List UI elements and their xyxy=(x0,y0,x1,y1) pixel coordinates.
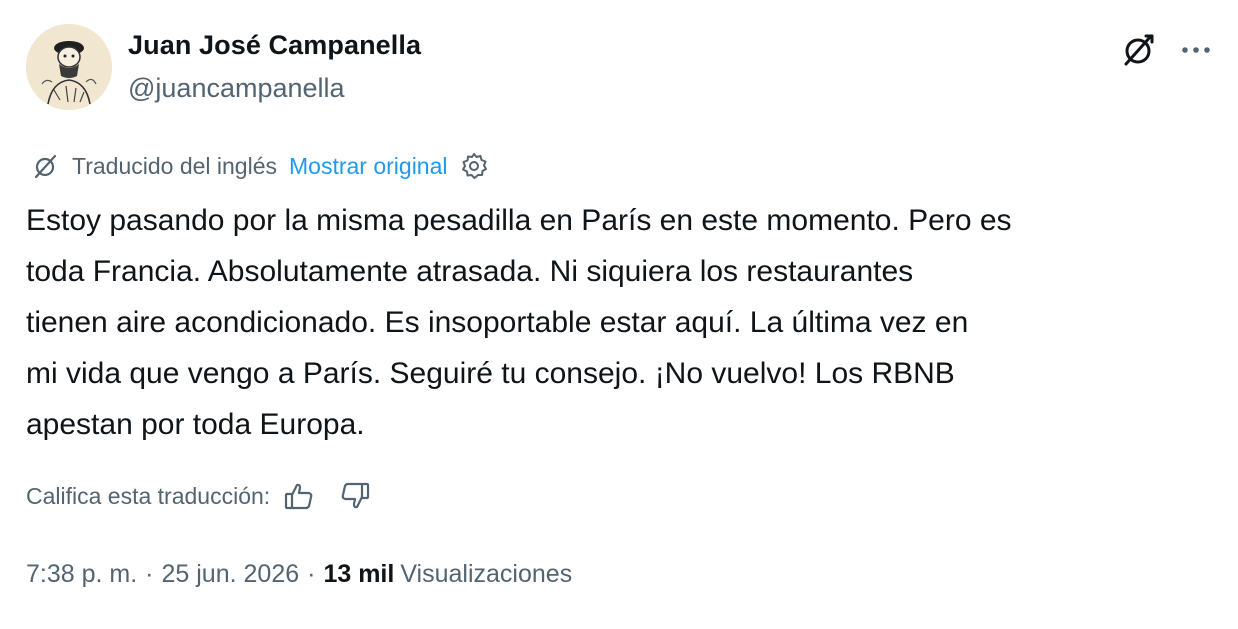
translate-icon[interactable] xyxy=(1118,30,1158,70)
tweet-text: Estoy pasando por la misma pesadilla en … xyxy=(26,204,1012,441)
author-name[interactable]: Juan José Campanella xyxy=(128,30,421,61)
tweet-card: Juan José Campanella @juancampanella Tra… xyxy=(0,0,1238,629)
views-label[interactable]: Visualizaciones xyxy=(400,560,572,589)
tweet-time[interactable]: 7:38 p. m. xyxy=(26,560,137,589)
tweet-date[interactable]: 25 jun. 2026 xyxy=(162,560,300,589)
translation-bar: Traducido del inglés Mostrar original xyxy=(30,148,490,184)
translate-small-icon xyxy=(34,154,57,179)
meta-separator: · xyxy=(145,559,154,588)
thumbs-up-icon[interactable] xyxy=(282,479,316,513)
translated-label: Traducido del inglés xyxy=(72,152,277,179)
views-count: 13 mil xyxy=(323,559,395,588)
tweet-meta: 7:38 p. m. · 25 jun. 2026 · 13 mil Visua… xyxy=(26,554,572,594)
rate-translation-row: Califica esta traducción: xyxy=(26,474,372,518)
rate-translation-label: Califica esta traducción: xyxy=(26,482,271,509)
show-original-link[interactable]: Mostrar original xyxy=(289,153,448,180)
meta-separator: · xyxy=(307,559,316,588)
gear-icon[interactable] xyxy=(458,150,490,182)
author-handle[interactable]: @juancampanella xyxy=(128,73,345,104)
caricature-avatar-icon xyxy=(26,24,112,110)
thumbs-down-icon[interactable] xyxy=(338,479,372,513)
author-avatar[interactable] xyxy=(26,24,112,110)
more-dots-icon[interactable] xyxy=(1178,32,1214,68)
